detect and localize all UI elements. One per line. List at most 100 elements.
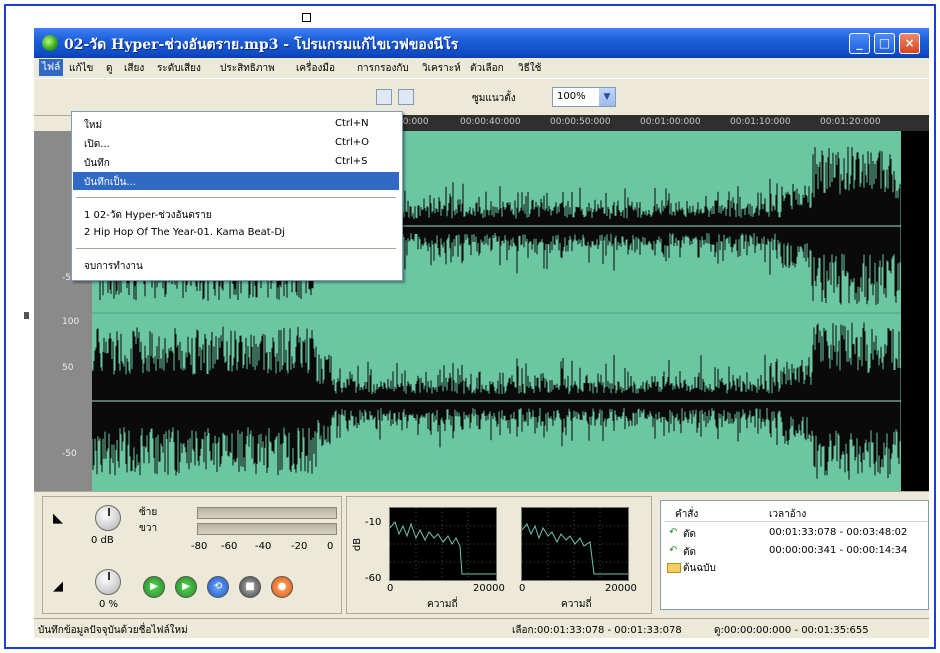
play-button[interactable]: ▶: [143, 576, 165, 598]
menu-item-save-as[interactable]: บันทึกเป็น...: [73, 172, 399, 190]
menu-item-exit[interactable]: จบการทำงาน: [73, 256, 399, 274]
zoom-value: 100%: [557, 91, 586, 102]
ruler-tick: 00:00:50:000: [550, 117, 611, 127]
menu-separator: [76, 197, 396, 198]
loop-button[interactable]: ⟲: [207, 576, 229, 598]
spectrum-xtick: 20000: [605, 583, 637, 594]
meter-tick: -80: [191, 541, 208, 552]
menu-item-recent-1[interactable]: 1 02-วัด Hyper-ช่วงอันตราย: [73, 205, 399, 223]
zoom-out-icon[interactable]: [398, 89, 414, 105]
menu-options[interactable]: ตัวเลือก: [470, 61, 504, 76]
stop-button[interactable]: ■: [239, 576, 261, 598]
menu-item-open[interactable]: เปิด... Ctrl+O: [73, 134, 399, 152]
menu-bar: ไฟล์ แก้ไข ดู เสียง ระดับเสียง ประสิทธิภ…: [34, 58, 929, 78]
volume-db: 0 dB: [91, 535, 114, 546]
undo-icon: ↶: [669, 527, 678, 538]
menu-audio[interactable]: เสียง: [124, 61, 144, 76]
spectrum-xtick: 0: [387, 583, 394, 594]
menu-item-shortcut: Ctrl+S: [335, 156, 368, 167]
spectrum-xlabel: ความถี่: [427, 599, 458, 610]
spectrum-right: [521, 507, 629, 581]
meter-tick: -20: [291, 541, 308, 552]
volume-knob[interactable]: [95, 505, 121, 531]
spectrum-axis-label: dB: [352, 537, 364, 552]
history-divider: [665, 521, 927, 522]
meter-tick: -40: [255, 541, 272, 552]
ruler-tick: 00:01:00:000: [640, 117, 701, 127]
menu-file[interactable]: ไฟล์: [39, 59, 64, 76]
menu-effects[interactable]: ประสิทธิภาพ: [220, 61, 275, 76]
history-range: 00:00:00:341 - 00:00:14:34: [769, 545, 908, 556]
pan-percent: 0 %: [99, 599, 119, 610]
corner-marker: [302, 13, 311, 22]
app-window: 02-วัด Hyper-ช่วงอันตราย.mp3 - โปรแกรมแก…: [34, 28, 929, 638]
title-bar[interactable]: 02-วัด Hyper-ช่วงอันตราย.mp3 - โปรแกรมแก…: [34, 28, 929, 58]
record-button[interactable]: ●: [271, 576, 293, 598]
pan-knob[interactable]: [95, 569, 121, 595]
ruler-tick: 00:01:20:000: [820, 117, 881, 127]
zoom-select[interactable]: 100% ▼: [552, 87, 616, 107]
scale-label: 100: [62, 317, 80, 327]
menu-help[interactable]: วิธีใช้: [518, 61, 541, 76]
vertical-zoom-label: ซูมแนวตั้ง: [472, 93, 516, 104]
history-action: ตัด: [683, 529, 696, 540]
meter-tick: 0: [327, 541, 334, 552]
status-bar: บันทึกข้อมูลปัจจุบันด้วยชื่อไฟล์ใหม่ เลื…: [34, 618, 929, 638]
level-meter-right: [197, 523, 337, 535]
menu-tools[interactable]: เครื่องมือ: [296, 61, 335, 76]
transport-panel: ◣ 0 dB ซ้าย ขวา -80 -60 -40 -20 0 ◢ 0 % …: [42, 496, 342, 614]
minimize-button[interactable]: _: [849, 33, 870, 54]
menu-item-label: 2 Hip Hop Of The Year-01. Kama Beat-Dj: [84, 227, 285, 238]
maximize-button[interactable]: □: [874, 33, 895, 54]
status-selection: เลือก:00:01:33:078 - 00:01:33:078: [512, 625, 682, 636]
menu-volume[interactable]: ระดับเสียง: [157, 61, 201, 76]
right-channel-label: ขวา: [139, 523, 158, 534]
app-icon: [42, 35, 58, 51]
menu-edit[interactable]: แก้ไข: [69, 61, 93, 76]
menu-item-recent-2[interactable]: 2 Hip Hop Of The Year-01. Kama Beat-Dj: [73, 224, 399, 242]
menu-item-shortcut: Ctrl+O: [335, 137, 370, 148]
history-action: ตัด: [683, 547, 696, 558]
ruler-tick: 00:01:10:000: [730, 117, 791, 127]
left-channel-label: ซ้าย: [139, 507, 158, 518]
spectrum-left: [389, 507, 497, 581]
menu-item-label: บันทึก: [84, 158, 110, 169]
spectrum-ytick: -10: [365, 517, 382, 528]
menu-item-save[interactable]: บันทึก Ctrl+S: [73, 153, 399, 171]
menu-item-label: เปิด...: [84, 139, 110, 150]
status-message: บันทึกข้อมูลปัจจุบันด้วยชื่อไฟล์ใหม่: [38, 625, 188, 636]
scale-label: -50: [62, 449, 77, 459]
window-title: 02-วัด Hyper-ช่วงอันตราย.mp3 - โปรแกรมแก…: [64, 37, 459, 53]
file-menu-dropdown: ใหม่ Ctrl+N เปิด... Ctrl+O บันทึก Ctrl+S…: [71, 111, 403, 281]
pan-icon: ◢: [53, 579, 63, 594]
menu-separator: [76, 248, 396, 249]
waveform-scrollbar[interactable]: [901, 131, 929, 491]
chevron-down-icon[interactable]: ▼: [599, 88, 615, 106]
menu-item-label: บันทึกเป็น...: [84, 177, 136, 188]
spectrum-xtick: 20000: [473, 583, 505, 594]
history-header-range: เวลาอ้าง: [769, 509, 807, 520]
spectrum-ytick: -60: [365, 573, 382, 584]
menu-item-label: ใหม่: [84, 120, 103, 131]
menu-item-label: จบการทำงาน: [84, 261, 143, 272]
history-header-action: คำสั่ง: [675, 509, 699, 520]
menu-analyze[interactable]: วิเคราะห์: [422, 61, 461, 76]
menu-view[interactable]: ดู: [106, 61, 113, 76]
history-range: 00:01:33:078 - 00:03:48:02: [769, 527, 908, 538]
spectrum-xlabel: ความถี่: [561, 599, 592, 610]
history-list[interactable]: คำสั่ง เวลาอ้าง ↶ ตัด 00:01:33:078 - 00:…: [660, 500, 929, 610]
folder-icon: [667, 563, 681, 573]
menu-filter[interactable]: การกรองกับ: [357, 61, 409, 76]
volume-icon: ◣: [53, 511, 63, 526]
menu-item-new[interactable]: ใหม่ Ctrl+N: [73, 115, 399, 133]
spectrum-panel: dB -10 -60 0 20000 0 20000 ความถี่ ความถ…: [346, 496, 652, 614]
status-view: ดู:00:00:00:000 - 00:01:35:655: [714, 625, 869, 636]
close-button[interactable]: ×: [899, 33, 920, 54]
resize-marker: [24, 312, 29, 319]
ruler-tick: 00:00:40:000: [460, 117, 521, 127]
undo-icon: ↶: [669, 545, 678, 556]
scale-label: 50: [62, 363, 74, 373]
play-selection-button[interactable]: ▶: [175, 576, 197, 598]
zoom-in-icon[interactable]: [376, 89, 392, 105]
menu-item-shortcut: Ctrl+N: [335, 118, 369, 129]
